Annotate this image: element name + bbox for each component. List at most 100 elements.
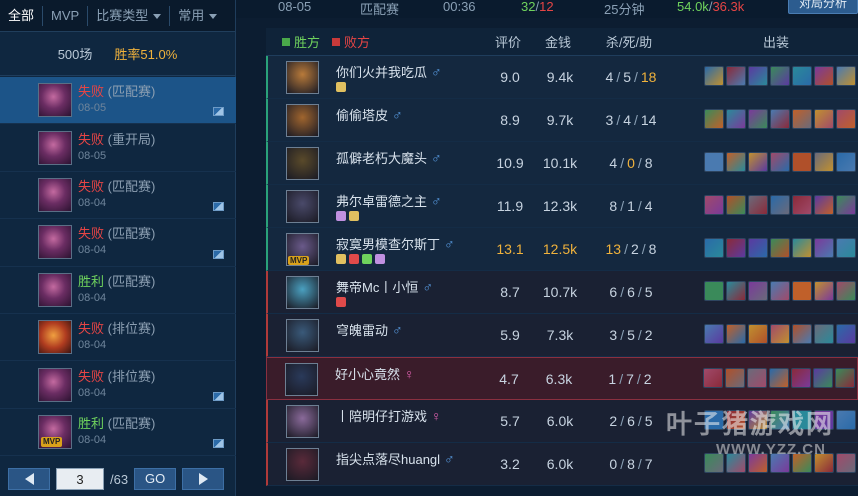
item-icon[interactable] — [814, 66, 834, 86]
item-icon[interactable] — [770, 410, 790, 430]
item-icon[interactable] — [836, 109, 856, 129]
item-icon[interactable] — [726, 195, 746, 215]
prev-page-button[interactable] — [8, 468, 50, 490]
player-row[interactable]: 你们火并我吃瓜 ♂ 9.0 9.4k 4/5/18 — [266, 56, 858, 99]
player-row[interactable]: 弗尔卓雷德之主 ♂ 11.9 12.3k 8/1/4 — [266, 185, 858, 228]
item-icon[interactable] — [770, 453, 790, 473]
item-icon[interactable] — [792, 410, 812, 430]
player-name[interactable]: 你们火并我吃瓜 ♂ — [336, 62, 442, 81]
item-icon[interactable] — [704, 66, 724, 86]
item-icon[interactable] — [814, 410, 834, 430]
match-analysis-button[interactable]: 对局分析 — [788, 0, 858, 14]
item-icon[interactable] — [770, 281, 790, 301]
player-row[interactable]: 穹魄雷动 ♂ 5.9 7.3k 3/5/2 — [266, 314, 858, 357]
screenshot-icon[interactable] — [213, 249, 224, 259]
item-icon[interactable] — [704, 152, 724, 172]
item-icon[interactable] — [748, 66, 768, 86]
item-icon[interactable] — [814, 324, 834, 344]
item-icon[interactable] — [814, 281, 834, 301]
item-icon[interactable] — [704, 410, 724, 430]
item-icon[interactable] — [792, 324, 812, 344]
player-row[interactable]: 舞帝Mc丨小恒 ♂ 8.7 10.7k 6/6/5 — [266, 271, 858, 314]
player-row[interactable]: 指尖点落尽huangl ♂ 3.2 6.0k 0/8/7 — [266, 443, 858, 486]
screenshot-icon[interactable] — [213, 107, 224, 117]
player-name[interactable]: 弗尔卓雷德之主 ♂ — [336, 191, 442, 210]
tab-match-type[interactable]: 比赛类型 — [88, 0, 169, 32]
player-row[interactable]: 孤僻老朽大魔头 ♂ 10.9 10.1k 4/0/8 — [266, 142, 858, 185]
player-name[interactable]: 穹魄雷动 ♂ — [336, 320, 403, 339]
item-icon[interactable] — [835, 368, 855, 388]
match-list-item[interactable]: 失败 (匹配赛) 08-04 — [0, 219, 236, 267]
item-icon[interactable] — [792, 453, 812, 473]
page-number-input[interactable] — [56, 468, 104, 490]
item-icon[interactable] — [792, 109, 812, 129]
item-icon[interactable] — [704, 195, 724, 215]
player-row[interactable]: 偷偷塔皮 ♂ 8.9 9.7k 3/4/14 — [266, 99, 858, 142]
item-icon[interactable] — [748, 152, 768, 172]
item-icon[interactable] — [814, 152, 834, 172]
go-button[interactable]: GO — [134, 468, 177, 490]
item-icon[interactable] — [836, 66, 856, 86]
item-icon[interactable] — [792, 152, 812, 172]
item-icon[interactable] — [792, 66, 812, 86]
item-icon[interactable] — [770, 152, 790, 172]
item-icon[interactable] — [748, 453, 768, 473]
match-list-item[interactable]: 失败 (排位赛) 08-04 — [0, 314, 236, 362]
item-icon[interactable] — [704, 324, 724, 344]
player-name[interactable]: 舞帝Mc丨小恒 ♂ — [336, 277, 433, 296]
champion-avatar[interactable] — [285, 363, 318, 396]
item-icon[interactable] — [769, 368, 789, 388]
player-row[interactable]: 丨陪明仔打游戏 ♀ 5.7 6.0k 2/6/5 — [266, 400, 858, 443]
champion-avatar[interactable] — [286, 104, 319, 137]
item-icon[interactable] — [748, 410, 768, 430]
item-icon[interactable] — [813, 368, 833, 388]
match-list-item[interactable]: 失败 (重开局) 08-05 — [0, 124, 236, 172]
champion-avatar[interactable] — [286, 61, 319, 94]
champion-avatar[interactable] — [286, 319, 319, 352]
item-icon[interactable] — [748, 324, 768, 344]
player-name[interactable]: 好小心竟然 ♀ — [335, 364, 415, 383]
tab-all[interactable]: 全部 — [0, 0, 42, 32]
item-icon[interactable] — [726, 66, 746, 86]
item-icon[interactable] — [748, 281, 768, 301]
item-icon[interactable] — [770, 324, 790, 344]
item-icon[interactable] — [836, 238, 856, 258]
player-name[interactable]: 孤僻老朽大魔头 ♂ — [336, 148, 442, 167]
item-icon[interactable] — [726, 281, 746, 301]
item-icon[interactable] — [704, 453, 724, 473]
screenshot-icon[interactable] — [213, 439, 224, 449]
champion-avatar[interactable]: MVP — [286, 233, 319, 266]
item-icon[interactable] — [814, 109, 834, 129]
item-icon[interactable] — [726, 152, 746, 172]
item-icon[interactable] — [726, 453, 746, 473]
item-icon[interactable] — [792, 238, 812, 258]
item-icon[interactable] — [792, 281, 812, 301]
match-list-item[interactable]: 失败 (匹配赛) 08-05 — [0, 77, 246, 125]
item-icon[interactable] — [748, 195, 768, 215]
player-name[interactable]: 寂寞男模查尔斯丁 ♂ — [336, 234, 455, 253]
player-row[interactable]: 好小心竟然 ♀ 4.7 6.3k 1/7/2 — [266, 357, 858, 400]
item-icon[interactable] — [704, 109, 724, 129]
item-icon[interactable] — [814, 195, 834, 215]
item-icon[interactable] — [836, 195, 856, 215]
screenshot-icon[interactable] — [213, 391, 224, 401]
champion-avatar[interactable] — [286, 147, 319, 180]
item-icon[interactable] — [814, 453, 834, 473]
item-icon[interactable] — [747, 368, 767, 388]
match-list-item[interactable]: 失败 (排位赛) 08-04 — [0, 361, 236, 409]
tab-mvp[interactable]: MVP — [43, 0, 87, 32]
item-icon[interactable] — [726, 109, 746, 129]
tab-common[interactable]: 常用 — [170, 0, 225, 32]
item-icon[interactable] — [836, 410, 856, 430]
match-list-item[interactable]: MVP 胜利 (匹配赛) 08-04 — [0, 409, 236, 457]
player-row[interactable]: MVP 寂寞男模查尔斯丁 ♂ 13.1 12.5k 13/2/8 — [266, 228, 858, 271]
item-icon[interactable] — [748, 109, 768, 129]
item-icon[interactable] — [770, 195, 790, 215]
item-icon[interactable] — [704, 281, 724, 301]
item-icon[interactable] — [770, 238, 790, 258]
item-icon[interactable] — [836, 152, 856, 172]
item-icon[interactable] — [726, 238, 746, 258]
champion-avatar[interactable] — [286, 276, 319, 309]
champion-avatar[interactable] — [286, 448, 319, 481]
item-icon[interactable] — [703, 368, 723, 388]
